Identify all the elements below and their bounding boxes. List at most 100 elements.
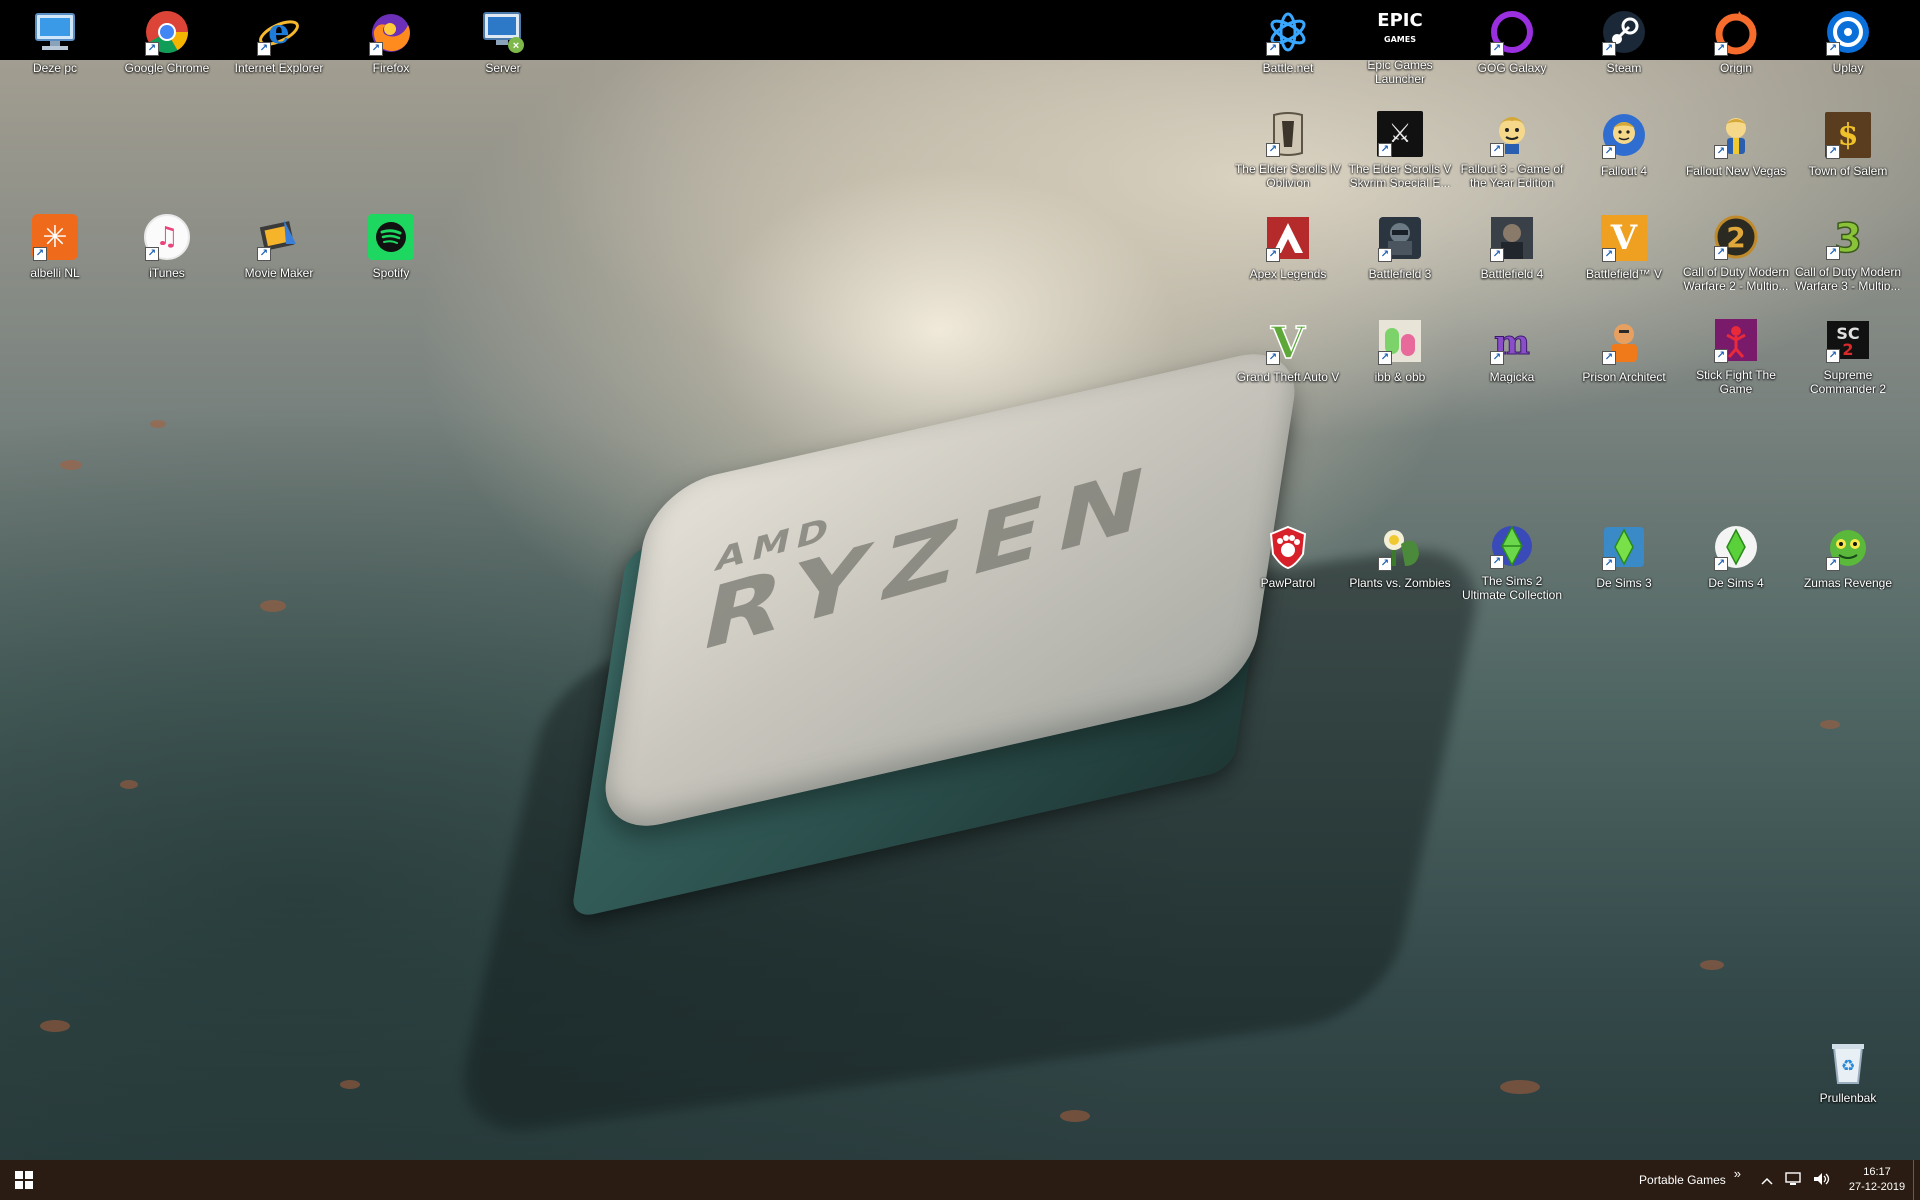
shortcut-arrow-icon: ↗ — [145, 247, 159, 261]
gta5-icon: V ↗ — [1264, 317, 1312, 365]
desktop-icon-battlenet[interactable]: ↗ Battle.net — [1238, 0, 1338, 84]
desktop-icon-mw2[interactable]: 2 ↗ Call of Duty Modern Warfare 2 - Mult… — [1683, 206, 1789, 290]
desktop-icon-label: Spotify — [372, 266, 410, 280]
magicka-icon: m ↗ — [1488, 317, 1536, 365]
desktop-icon-mw3[interactable]: 3 ↗ Call of Duty Modern Warfare 3 - Mult… — [1795, 206, 1901, 290]
desktop-icon-gta5[interactable]: V ↗ Grand Theft Auto V — [1237, 309, 1340, 393]
shortcut-arrow-icon: ↗ — [1714, 349, 1728, 363]
desktop-icon-oblivion[interactable]: ↗ The Elder Scrolls IV Oblivion — [1235, 103, 1341, 187]
clock[interactable]: 16:17 27-12-2019 — [1841, 1165, 1913, 1195]
desktop-icon-uplay[interactable]: ↗ Uplay — [1798, 0, 1898, 84]
shortcut-arrow-icon: ↗ — [1490, 42, 1504, 56]
desktop-icon-prison-architect[interactable]: ↗ Prison Architect — [1574, 309, 1674, 393]
prison-architect-icon: ↗ — [1600, 317, 1648, 365]
desktop-icon-supreme-commander[interactable]: SC 2 ↗ Supreme Commander 2 — [1798, 309, 1898, 393]
wallpaper-speck — [40, 1020, 70, 1032]
desktop-icon-sims2[interactable]: ↗ The Sims 2 Ultimate Collection — [1462, 515, 1562, 599]
desktop-icon-chrome[interactable]: ↗ Google Chrome — [117, 0, 217, 84]
desktop-icon-fallout-new-vegas[interactable]: ↗ Fallout New Vegas — [1686, 103, 1786, 187]
battlefield3-icon: ↗ — [1376, 214, 1424, 262]
desktop-icon-battlefield4[interactable]: ↗ Battlefield 4 — [1462, 206, 1562, 290]
desktop-icon-fallout3[interactable]: ↗ Fallout 3 - Game of the Year Edition — [1461, 103, 1563, 187]
fallout-new-vegas-icon: ↗ — [1712, 111, 1760, 159]
shortcut-arrow-icon: ↗ — [1826, 349, 1840, 363]
shortcut-arrow-icon: ↗ — [1714, 145, 1728, 159]
desktop-icon-town-of-salem[interactable]: $ ↗ Town of Salem — [1798, 103, 1898, 187]
ibb-obb-icon: ↗ — [1376, 317, 1424, 365]
desktop-icon-origin[interactable]: ↗ Origin — [1686, 0, 1786, 84]
shortcut-arrow-icon: ↗ — [1378, 143, 1392, 157]
desktop-icon-gog-galaxy[interactable]: ↗ GOG Galaxy — [1462, 0, 1562, 84]
shortcut-arrow-icon: ↗ — [257, 42, 271, 56]
gog-galaxy-icon: ↗ — [1488, 8, 1536, 56]
desktop-icon-deze-pc[interactable]: Deze pc — [5, 0, 105, 84]
plants-vs-zombies-icon: ↗ — [1376, 523, 1424, 571]
steam-icon: ↗ — [1600, 8, 1648, 56]
desktop-icon-sims4[interactable]: ↗ De Sims 4 — [1686, 515, 1786, 599]
mw3-icon: 3 ↗ — [1824, 214, 1872, 260]
shortcut-arrow-icon: ↗ — [1378, 557, 1392, 571]
network-icon[interactable] — [1785, 1171, 1801, 1189]
desktop-icon-fallout4[interactable]: ↗ Fallout 4 — [1574, 103, 1674, 187]
desktop-icon-label: Call of Duty Modern Warfare 2 - Multip..… — [1682, 265, 1790, 290]
show-desktop-button[interactable] — [1913, 1160, 1920, 1200]
desktop-icon-skyrim[interactable]: ⚔ ↗ The Elder Scrolls V Skyrim Special E… — [1349, 103, 1451, 187]
desktop-icon-internet-explorer[interactable]: e ↗ Internet Explorer — [229, 0, 329, 84]
desktop-icon-label: Apex Legends — [1249, 267, 1327, 281]
shortcut-arrow-icon: ↗ — [1266, 351, 1280, 365]
desktop-icon-albelli[interactable]: ✳ ↗ albelli NL — [5, 205, 105, 289]
desktop-icon-zumas-revenge[interactable]: ↗ Zumas Revenge — [1798, 515, 1898, 599]
clock-date: 27-12-2019 — [1848, 1181, 1906, 1193]
volume-icon[interactable] — [1813, 1172, 1831, 1189]
desktop-icon-label: Call of Duty Modern Warfare 3 - Multip..… — [1794, 265, 1902, 290]
oblivion-icon: ↗ — [1264, 111, 1312, 157]
shortcut-arrow-icon: ↗ — [1490, 555, 1504, 569]
apex-legends-icon: ↗ — [1264, 214, 1312, 262]
desktop-icon-recycle-bin[interactable]: ♻ Prullenbak — [1798, 1030, 1898, 1114]
svg-text:e: e — [268, 12, 290, 52]
wallpaper-speck — [1060, 1110, 1090, 1122]
desktop-icon-stick-fight[interactable]: ↗ Stick Fight The Game — [1686, 309, 1786, 393]
show-hidden-icons-chevron-icon[interactable] — [1761, 1173, 1773, 1188]
recycle-bin-icon: ♻ — [1824, 1038, 1872, 1086]
desktop-icon-paw-patrol[interactable]: PawPatrol — [1238, 515, 1338, 599]
spotify-icon — [367, 213, 415, 261]
shortcut-arrow-icon: ↗ — [1602, 351, 1616, 365]
desktop-icon-movie-maker[interactable]: ↗ Movie Maker — [229, 205, 329, 289]
desktop-icon-spotify[interactable]: Spotify — [341, 205, 441, 289]
desktop-icon-itunes[interactable]: ♫ ↗ iTunes — [117, 205, 217, 289]
shortcut-arrow-icon: ↗ — [1826, 246, 1840, 260]
toolbar-portable-games[interactable]: Portable Games — [1639, 1173, 1726, 1187]
desktop-icon-magicka[interactable]: m ↗ Magicka — [1462, 309, 1562, 393]
supreme-commander-icon: SC 2 ↗ — [1824, 317, 1872, 363]
svg-text:2: 2 — [1842, 340, 1853, 359]
internet-explorer-icon: e ↗ — [255, 8, 303, 56]
desktop-icon-steam[interactable]: ↗ Steam — [1574, 0, 1674, 84]
shortcut-arrow-icon: ↗ — [1714, 557, 1728, 571]
desktop-icon-plants-vs-zombies[interactable]: ↗ Plants vs. Zombies — [1349, 515, 1451, 599]
toolbar-chevron-icon[interactable]: » — [1734, 1166, 1741, 1181]
desktop-icon-label: Battle.net — [1262, 61, 1314, 75]
desktop-icon-server[interactable]: × Server — [453, 0, 553, 84]
shortcut-arrow-icon: ↗ — [369, 42, 383, 56]
desktop-icon-battlefield3[interactable]: ↗ Battlefield 3 — [1350, 206, 1450, 290]
shortcut-arrow-icon: ↗ — [1826, 42, 1840, 56]
desktop-icon-label: De Sims 4 — [1708, 576, 1764, 590]
desktop-icon-label: Battlefield 3 — [1368, 267, 1432, 281]
albelli-icon: ✳ ↗ — [31, 213, 79, 261]
desktop-icon-label: Firefox — [372, 61, 410, 75]
wallpaper-speck — [1820, 720, 1840, 729]
start-button[interactable] — [0, 1160, 48, 1200]
desktop-icon-ibb-obb[interactable]: ↗ ibb & obb — [1350, 309, 1450, 393]
desktop-icon-label: Deze pc — [32, 61, 78, 75]
shortcut-arrow-icon: ↗ — [1378, 248, 1392, 262]
shortcut-arrow-icon: ↗ — [1602, 145, 1616, 159]
desktop-icon-label: Internet Explorer — [234, 61, 324, 75]
shortcut-arrow-icon: ↗ — [1714, 246, 1728, 260]
desktop-icon-apex[interactable]: ↗ Apex Legends — [1238, 206, 1338, 290]
desktop-icon-label: Grand Theft Auto V — [1236, 370, 1340, 384]
desktop-icon-firefox[interactable]: ↗ Firefox — [341, 0, 441, 84]
desktop-icon-battlefield5[interactable]: V ↗ Battlefield™ V — [1574, 206, 1674, 290]
desktop-icon-sims3[interactable]: ↗ De Sims 3 — [1574, 515, 1674, 599]
desktop-icon-epic-games[interactable]: EPIC GAMES Epic Games Launcher — [1350, 0, 1450, 84]
